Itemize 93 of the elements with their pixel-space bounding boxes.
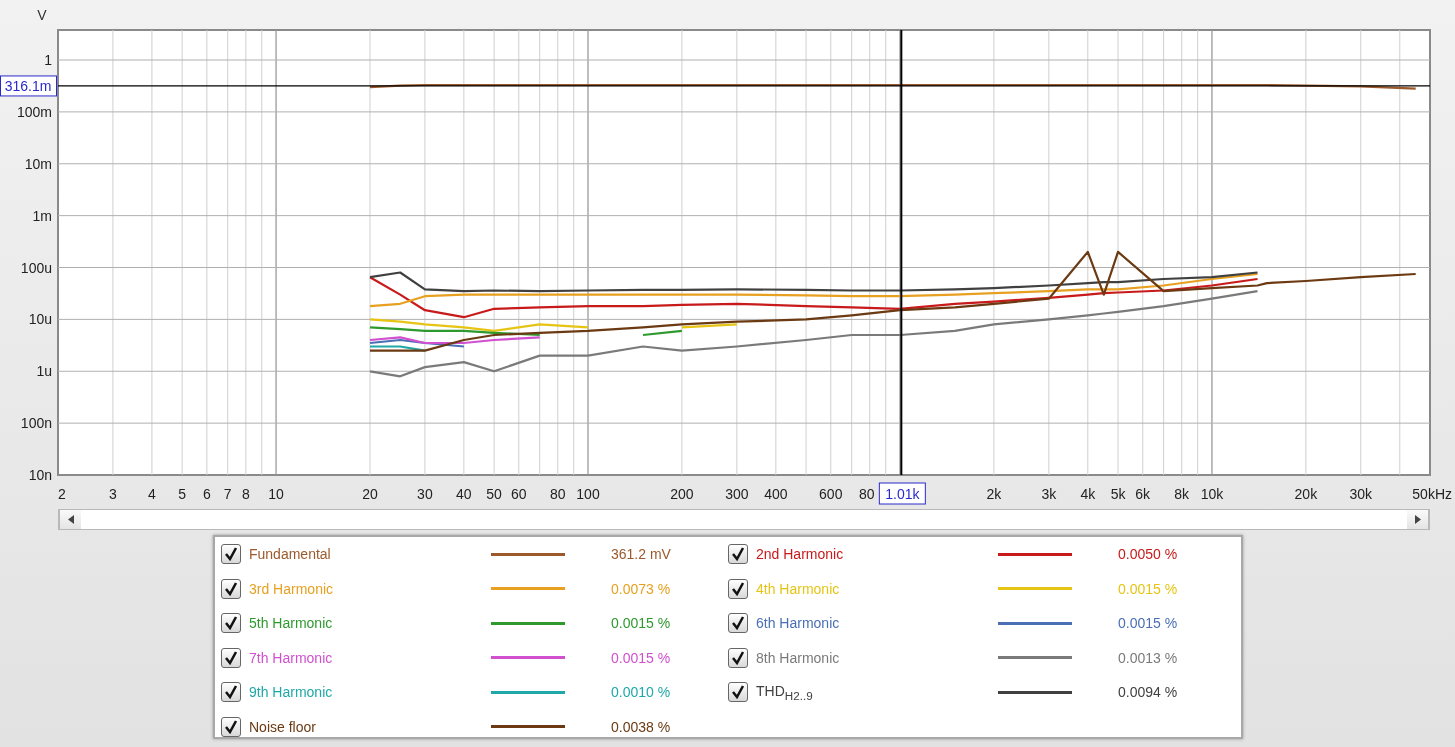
x-tick-label: 400 (764, 486, 788, 502)
legend-value: 0.0015 % (611, 615, 671, 632)
x-tick-label: 10 (268, 486, 284, 502)
scroll-left-button[interactable] (59, 510, 81, 529)
checkbox[interactable] (728, 682, 748, 703)
x-tick-label: 80 (858, 486, 875, 502)
x-tick-label: 3k (1041, 486, 1057, 502)
cursor-readout: 1.01k (878, 482, 926, 505)
checkbox[interactable] (728, 647, 748, 668)
x-tick-label: 50 (486, 486, 502, 502)
legend-label: 7th Harmonic (249, 649, 334, 666)
legend-label: 2nd Harmonic (756, 546, 845, 563)
scroll-right-button[interactable] (1407, 510, 1429, 529)
checkbox[interactable] (728, 613, 748, 634)
legend-value: 0.0073 % (611, 580, 671, 597)
checkbox[interactable] (728, 578, 748, 599)
x-tick-label: 200 (670, 486, 694, 502)
x-tick-label: 4k (1080, 486, 1096, 502)
y-tick-label: 10m (24, 155, 52, 172)
x-tick-label: 20k (1294, 486, 1318, 502)
legend-label: 6th Harmonic (756, 615, 841, 632)
x-tick-label: 4 (148, 486, 156, 502)
legend-value: 0.0015 % (1118, 615, 1178, 632)
y-tick-label: 100u (20, 259, 52, 276)
left-arrow-icon (67, 515, 74, 524)
horizontal-scrollbar[interactable] (58, 509, 1430, 530)
legend-label: THD$_{H2..9}$ (756, 682, 814, 702)
check-icon (224, 547, 238, 562)
x-tick-label: 8 (241, 486, 250, 502)
legend-value: 0.0013 % (1118, 649, 1178, 666)
checkbox[interactable] (221, 544, 241, 565)
check-icon (731, 547, 745, 562)
x-tick-label: 2k (986, 486, 1002, 502)
check-icon (731, 581, 745, 596)
checkbox[interactable] (221, 578, 241, 599)
x-tick-label: 60 (511, 486, 527, 502)
y-tick-label: 100m (16, 103, 52, 120)
check-icon (731, 685, 745, 700)
legend-label: Fundamental (249, 546, 332, 563)
check-icon (224, 685, 238, 700)
legend-value: 0.0038 % (611, 718, 671, 735)
checkbox[interactable] (221, 682, 241, 703)
x-tick-label: 6 (202, 486, 211, 502)
checkbox[interactable] (221, 647, 241, 668)
legend-value: 361.2 mV (611, 546, 671, 563)
x-tick-label: 600 (819, 486, 843, 502)
legend-value: 0.0094 % (1118, 684, 1178, 701)
y-tick-label: 10u (28, 311, 52, 328)
x-tick-label: 80 (550, 486, 566, 502)
x-tick-label: 20 (362, 486, 378, 502)
legend-value: 0.0015 % (1118, 580, 1178, 597)
x-tick-label: 6k (1135, 486, 1151, 502)
x-tick-label: 100 (576, 486, 600, 502)
x-tick-label: 10k (1200, 486, 1224, 502)
x-tick-label: 30 (417, 486, 433, 502)
x-tick-label: 40 (456, 486, 472, 502)
right-arrow-icon (1414, 515, 1421, 524)
x-tick-label: 3 (109, 486, 117, 502)
check-icon (224, 616, 238, 631)
check-icon (224, 719, 238, 734)
check-icon (224, 650, 238, 665)
y-tick-label: 10n (28, 467, 52, 483)
x-tick-label: 50kHz (1412, 486, 1452, 502)
legend-label: 8th Harmonic (756, 649, 841, 666)
legend-label: 5th Harmonic (249, 615, 334, 632)
checkbox[interactable] (221, 716, 241, 737)
cursor-readout: 316.1m (0, 75, 57, 97)
x-tick-label: 2 (58, 486, 66, 502)
legend-label: 3rd Harmonic (249, 580, 335, 597)
checkbox[interactable] (221, 613, 241, 634)
x-tick-label: 5 (178, 486, 187, 502)
y-tick-label: 1m (32, 207, 52, 224)
legend-label: 9th Harmonic (249, 684, 334, 701)
legend-value: 0.0050 % (1118, 546, 1178, 563)
cursor-line[interactable] (57, 85, 1431, 87)
cursor-line[interactable] (900, 29, 903, 476)
check-icon (224, 581, 238, 596)
check-icon (731, 650, 745, 665)
x-tick-label: 5k (1110, 486, 1126, 502)
x-tick-label: 7 (223, 486, 232, 502)
x-tick-label: 300 (725, 486, 749, 502)
legend-label: 4th Harmonic (756, 580, 841, 597)
y-axis-unit: V (37, 7, 47, 23)
y-tick-label: 100n (20, 415, 52, 432)
legend-value: 0.0015 % (611, 649, 671, 666)
check-icon (731, 616, 745, 631)
x-tick-label: 8k (1174, 486, 1190, 502)
y-tick-label: 1 (44, 52, 52, 68)
checkbox[interactable] (728, 544, 748, 565)
legend-label: Noise floor (249, 718, 317, 735)
y-tick-label: 1u (36, 363, 52, 380)
legend-value: 0.0010 % (611, 684, 671, 701)
x-tick-label: 30k (1349, 486, 1373, 502)
